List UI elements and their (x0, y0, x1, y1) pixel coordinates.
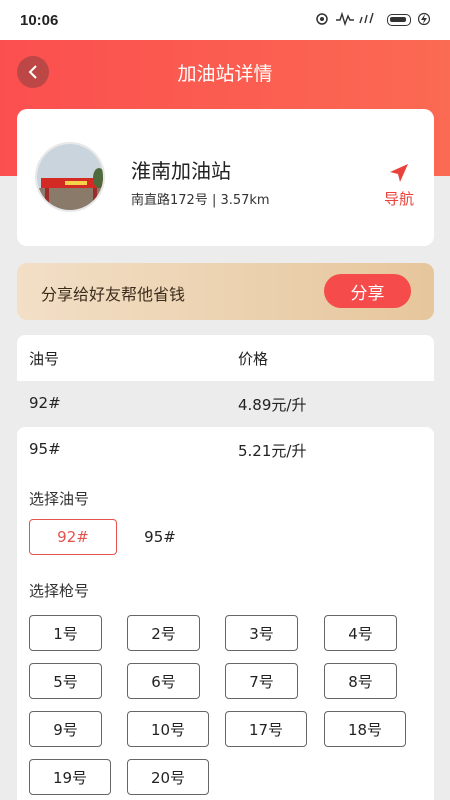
table-row: 95# 5.21元/升 (17, 427, 434, 473)
nozzle-option-4[interactable]: 4号 (324, 615, 397, 651)
navigate-button[interactable]: 导航 (381, 162, 417, 209)
nav-bar: 加油站详情 (0, 40, 450, 104)
station-address: 南直路172号 | 3.57km (131, 193, 270, 208)
status-bar: 10:06 (0, 0, 450, 40)
charging-icon (417, 12, 431, 29)
page-title: 加油站详情 (177, 62, 273, 85)
nozzle-option-17[interactable]: 17号 (225, 711, 307, 747)
nozzle-option-8[interactable]: 8号 (324, 663, 397, 699)
nozzle-option-9[interactable]: 9号 (29, 711, 102, 747)
sim-icon (315, 12, 329, 29)
status-time: 10:06 (20, 11, 59, 29)
chevron-left-icon (28, 65, 37, 79)
column-header-fuel: 油号 (29, 350, 60, 368)
nozzle-select-label: 选择枪号 (29, 582, 90, 600)
nozzle-option-7[interactable]: 7号 (225, 663, 298, 699)
navigation-arrow-icon (390, 164, 408, 182)
table-row: 92# 4.89元/升 (17, 381, 434, 427)
nozzle-option-10[interactable]: 10号 (127, 711, 209, 747)
price-cell: 5.21元/升 (238, 442, 307, 460)
signal-icon (336, 11, 380, 29)
nozzle-option-1[interactable]: 1号 (29, 615, 102, 651)
fuel-type-cell: 95# (29, 440, 61, 458)
price-cell: 4.89元/升 (238, 396, 307, 414)
nozzle-option-5[interactable]: 5号 (29, 663, 102, 699)
nozzle-option-20[interactable]: 20号 (127, 759, 209, 795)
fuel-option-95[interactable]: 95# (116, 519, 204, 555)
nozzle-option-19[interactable]: 19号 (29, 759, 111, 795)
selection-panel: 选择油号 92# 95# 选择枪号 1号 2号 3号 4号 5号 6号 7号 8… (17, 473, 434, 800)
nozzle-option-3[interactable]: 3号 (225, 615, 298, 651)
price-table-header: 油号 价格 (17, 335, 434, 381)
nozzle-option-18[interactable]: 18号 (324, 711, 406, 747)
fuel-option-92[interactable]: 92# (29, 519, 117, 555)
back-button[interactable] (17, 56, 49, 88)
battery-icon (387, 14, 411, 26)
station-card: 淮南加油站 南直路172号 | 3.57km 导航 (17, 109, 434, 246)
station-name: 淮南加油站 (131, 159, 231, 183)
share-banner: 分享给好友帮他省钱 分享 (17, 263, 434, 320)
fuel-type-cell: 92# (29, 394, 61, 412)
share-button[interactable]: 分享 (324, 274, 411, 308)
nozzle-option-6[interactable]: 6号 (127, 663, 200, 699)
navigate-label: 导航 (383, 190, 414, 208)
fuel-select-label: 选择油号 (29, 490, 90, 508)
status-icons (315, 11, 431, 29)
share-text: 分享给好友帮他省钱 (41, 285, 186, 304)
nozzle-option-2[interactable]: 2号 (127, 615, 200, 651)
column-header-price: 价格 (238, 350, 269, 368)
station-photo (35, 142, 105, 212)
